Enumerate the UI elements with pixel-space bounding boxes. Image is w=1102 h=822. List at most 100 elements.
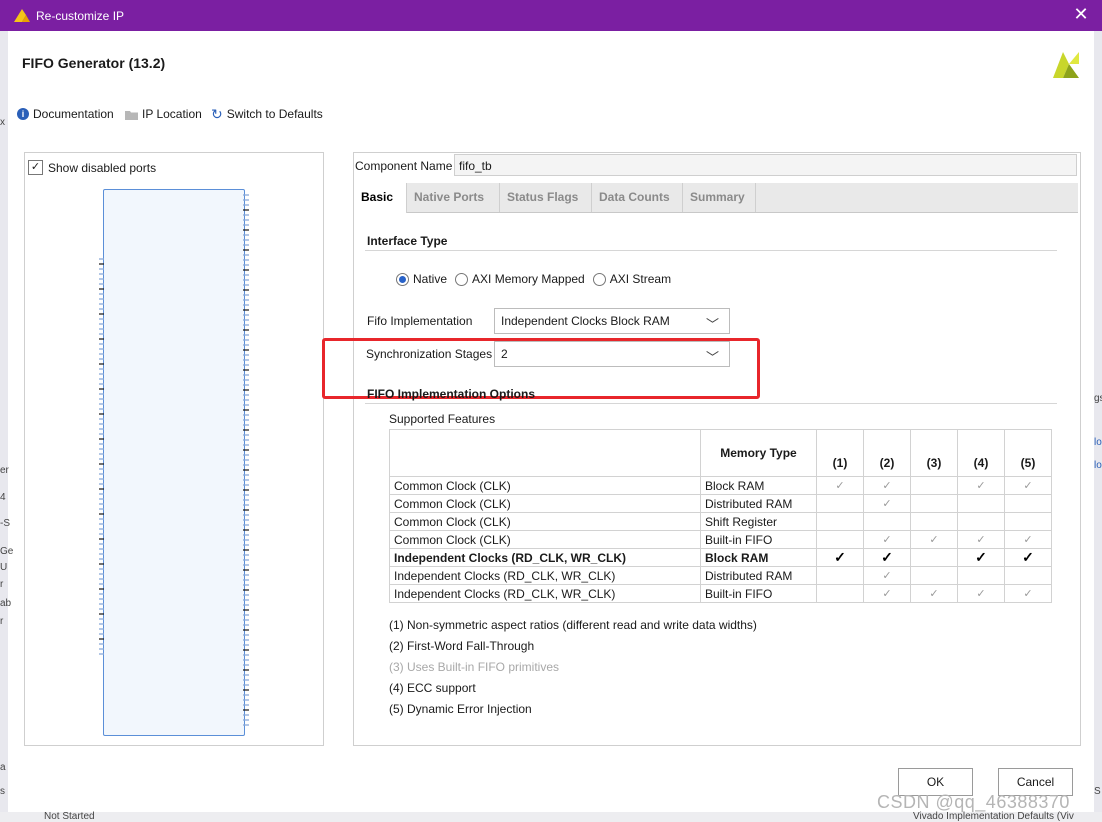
radio-axi-stream[interactable]: AXI Stream — [592, 272, 672, 286]
radio-axi-memory-mapped-label: AXI Memory Mapped — [472, 272, 585, 286]
note-5: (5) Dynamic Error Injection — [389, 702, 532, 716]
check-icon: ✓ — [816, 476, 864, 495]
bg-fragment: lo — [1094, 437, 1102, 448]
empty-cell — [957, 494, 1005, 513]
tab-data-counts[interactable]: Data Counts — [592, 183, 683, 212]
empty-cell — [1004, 494, 1052, 513]
port-pins — [99, 194, 249, 726]
bg-fragment: gs — [1094, 393, 1102, 404]
bg-fragment: x — [0, 117, 5, 128]
feature-col-header: (1) — [816, 429, 864, 477]
clock-cell: Common Clock (CLK) — [389, 494, 701, 513]
check-icon: ✓ — [957, 584, 1005, 603]
bg-fragment: r — [0, 616, 4, 627]
empty-cell — [910, 548, 958, 567]
interface-type-title: Interface Type — [367, 234, 448, 248]
memory-cell: Distributed RAM — [700, 566, 817, 585]
features-table: Memory Type (1) (2) (3) (4) (5) Common C… — [389, 429, 1052, 603]
note-3: (3) Uses Built-in FIFO primitives — [389, 660, 560, 674]
feature-col-header: (2) — [863, 429, 911, 477]
clock-cell: Independent Clocks (RD_CLK, WR_CLK) — [389, 548, 701, 567]
memory-cell: Shift Register — [700, 512, 817, 531]
tab-native-ports[interactable]: Native Ports — [407, 183, 500, 212]
table-row: Common Clock (CLK) Shift Register — [389, 512, 1052, 531]
feature-col-header: (5) — [1004, 429, 1052, 477]
supported-features-label: Supported Features — [389, 412, 496, 426]
table-row: Independent Clocks (RD_CLK, WR_CLK) Dist… — [389, 566, 1052, 585]
bg-fragment: r — [0, 579, 4, 590]
check-icon: ✓ — [957, 530, 1005, 549]
ip-location-button[interactable]: IP Location — [125, 107, 202, 121]
bg-fragment: U — [0, 562, 8, 573]
check-icon: ✓ — [957, 476, 1005, 495]
empty-cell — [1004, 566, 1052, 585]
tab-summary[interactable]: Summary — [683, 183, 756, 212]
show-disabled-ports-toggle[interactable]: ✓ Show disabled ports — [28, 160, 156, 175]
check-icon: ✓ — [863, 476, 911, 495]
check-icon: ✓ — [1004, 548, 1052, 567]
empty-cell — [957, 512, 1005, 531]
bg-fragment: s — [0, 786, 5, 797]
info-icon: i — [17, 108, 29, 120]
memory-type-header: Memory Type — [700, 429, 817, 477]
empty-cell — [910, 494, 958, 513]
table-row-selected: Independent Clocks (RD_CLK, WR_CLK) Bloc… — [389, 548, 1052, 567]
component-name-input[interactable]: fifo_tb — [454, 154, 1077, 176]
radio-axi-memory-mapped-circle[interactable] — [455, 272, 469, 286]
bg-fragment: er — [0, 465, 9, 476]
empty-cell — [816, 530, 864, 549]
ip-location-label: IP Location — [142, 107, 202, 121]
table-row: Independent Clocks (RD_CLK, WR_CLK) Buil… — [389, 584, 1052, 603]
switch-to-defaults-button[interactable]: ↻ Switch to Defaults — [211, 107, 323, 121]
tab-basic[interactable]: Basic — [354, 183, 407, 213]
check-icon: ✓ — [863, 566, 911, 585]
fifo-implementation-value: Independent Clocks Block RAM — [501, 314, 670, 328]
check-icon: ✓ — [910, 530, 958, 549]
fifo-implementation-select[interactable]: Independent Clocks Block RAM ﹀ — [494, 308, 730, 334]
empty-cell — [816, 512, 864, 531]
note-4: (4) ECC support — [389, 681, 476, 695]
refresh-icon: ↻ — [211, 106, 223, 122]
documentation-label: Documentation — [33, 107, 114, 121]
empty-cell — [910, 476, 958, 495]
radio-native-selected[interactable] — [396, 272, 409, 286]
tab-status-flags[interactable]: Status Flags — [500, 183, 592, 212]
table-header-row: Memory Type (1) (2) (3) (4) (5) — [389, 429, 1052, 477]
feature-col-header: (3) — [910, 429, 958, 477]
tab-bar: Basic Native Ports Status Flags Data Cou… — [354, 183, 1078, 213]
radio-axi-stream-circle[interactable] — [592, 272, 606, 286]
check-icon: ✓ — [1004, 530, 1052, 549]
empty-cell — [816, 584, 864, 603]
table-row: Common Clock (CLK) Distributed RAM ✓ — [389, 494, 1052, 513]
interface-type-radio-group: Native AXI Memory Mapped AXI Stream — [396, 272, 671, 286]
bg-status-text: Not Started — [44, 811, 95, 822]
radio-axi-stream-label: AXI Stream — [609, 272, 672, 286]
background-window-left — [0, 31, 8, 822]
table-row: Common Clock (CLK) Block RAM ✓ ✓ ✓ ✓ — [389, 476, 1052, 495]
documentation-button[interactable]: i Documentation — [17, 107, 114, 121]
divider — [365, 250, 1057, 251]
check-icon: ✓ — [816, 548, 864, 567]
bg-fragment: lo — [1094, 460, 1102, 471]
check-icon: ✓ — [1004, 584, 1052, 603]
check-icon: ✓ — [863, 530, 911, 549]
bg-fragment: ab — [0, 598, 12, 609]
vivado-logo-icon — [14, 9, 30, 22]
memory-cell: Block RAM — [700, 476, 817, 495]
memory-cell: Distributed RAM — [700, 494, 817, 513]
radio-native-label: Native — [413, 272, 448, 286]
radio-native[interactable]: Native — [396, 272, 447, 286]
bg-fragment: S — [1094, 786, 1101, 797]
watermark: CSDN @qq_46388370 — [877, 792, 1070, 812]
empty-cell — [957, 566, 1005, 585]
clock-cell: Common Clock (CLK) — [389, 476, 701, 495]
check-icon: ✓ — [957, 548, 1005, 567]
bg-fragment: a — [0, 762, 6, 773]
empty-cell — [816, 494, 864, 513]
radio-axi-memory-mapped[interactable]: AXI Memory Mapped — [455, 272, 585, 286]
show-disabled-ports-label: Show disabled ports — [48, 160, 157, 175]
check-icon: ✓ — [863, 494, 911, 513]
bg-fragment: Ge — [0, 546, 14, 557]
close-icon[interactable]: ✕ — [1072, 4, 1090, 25]
show-disabled-ports-checkbox[interactable]: ✓ — [28, 160, 43, 175]
